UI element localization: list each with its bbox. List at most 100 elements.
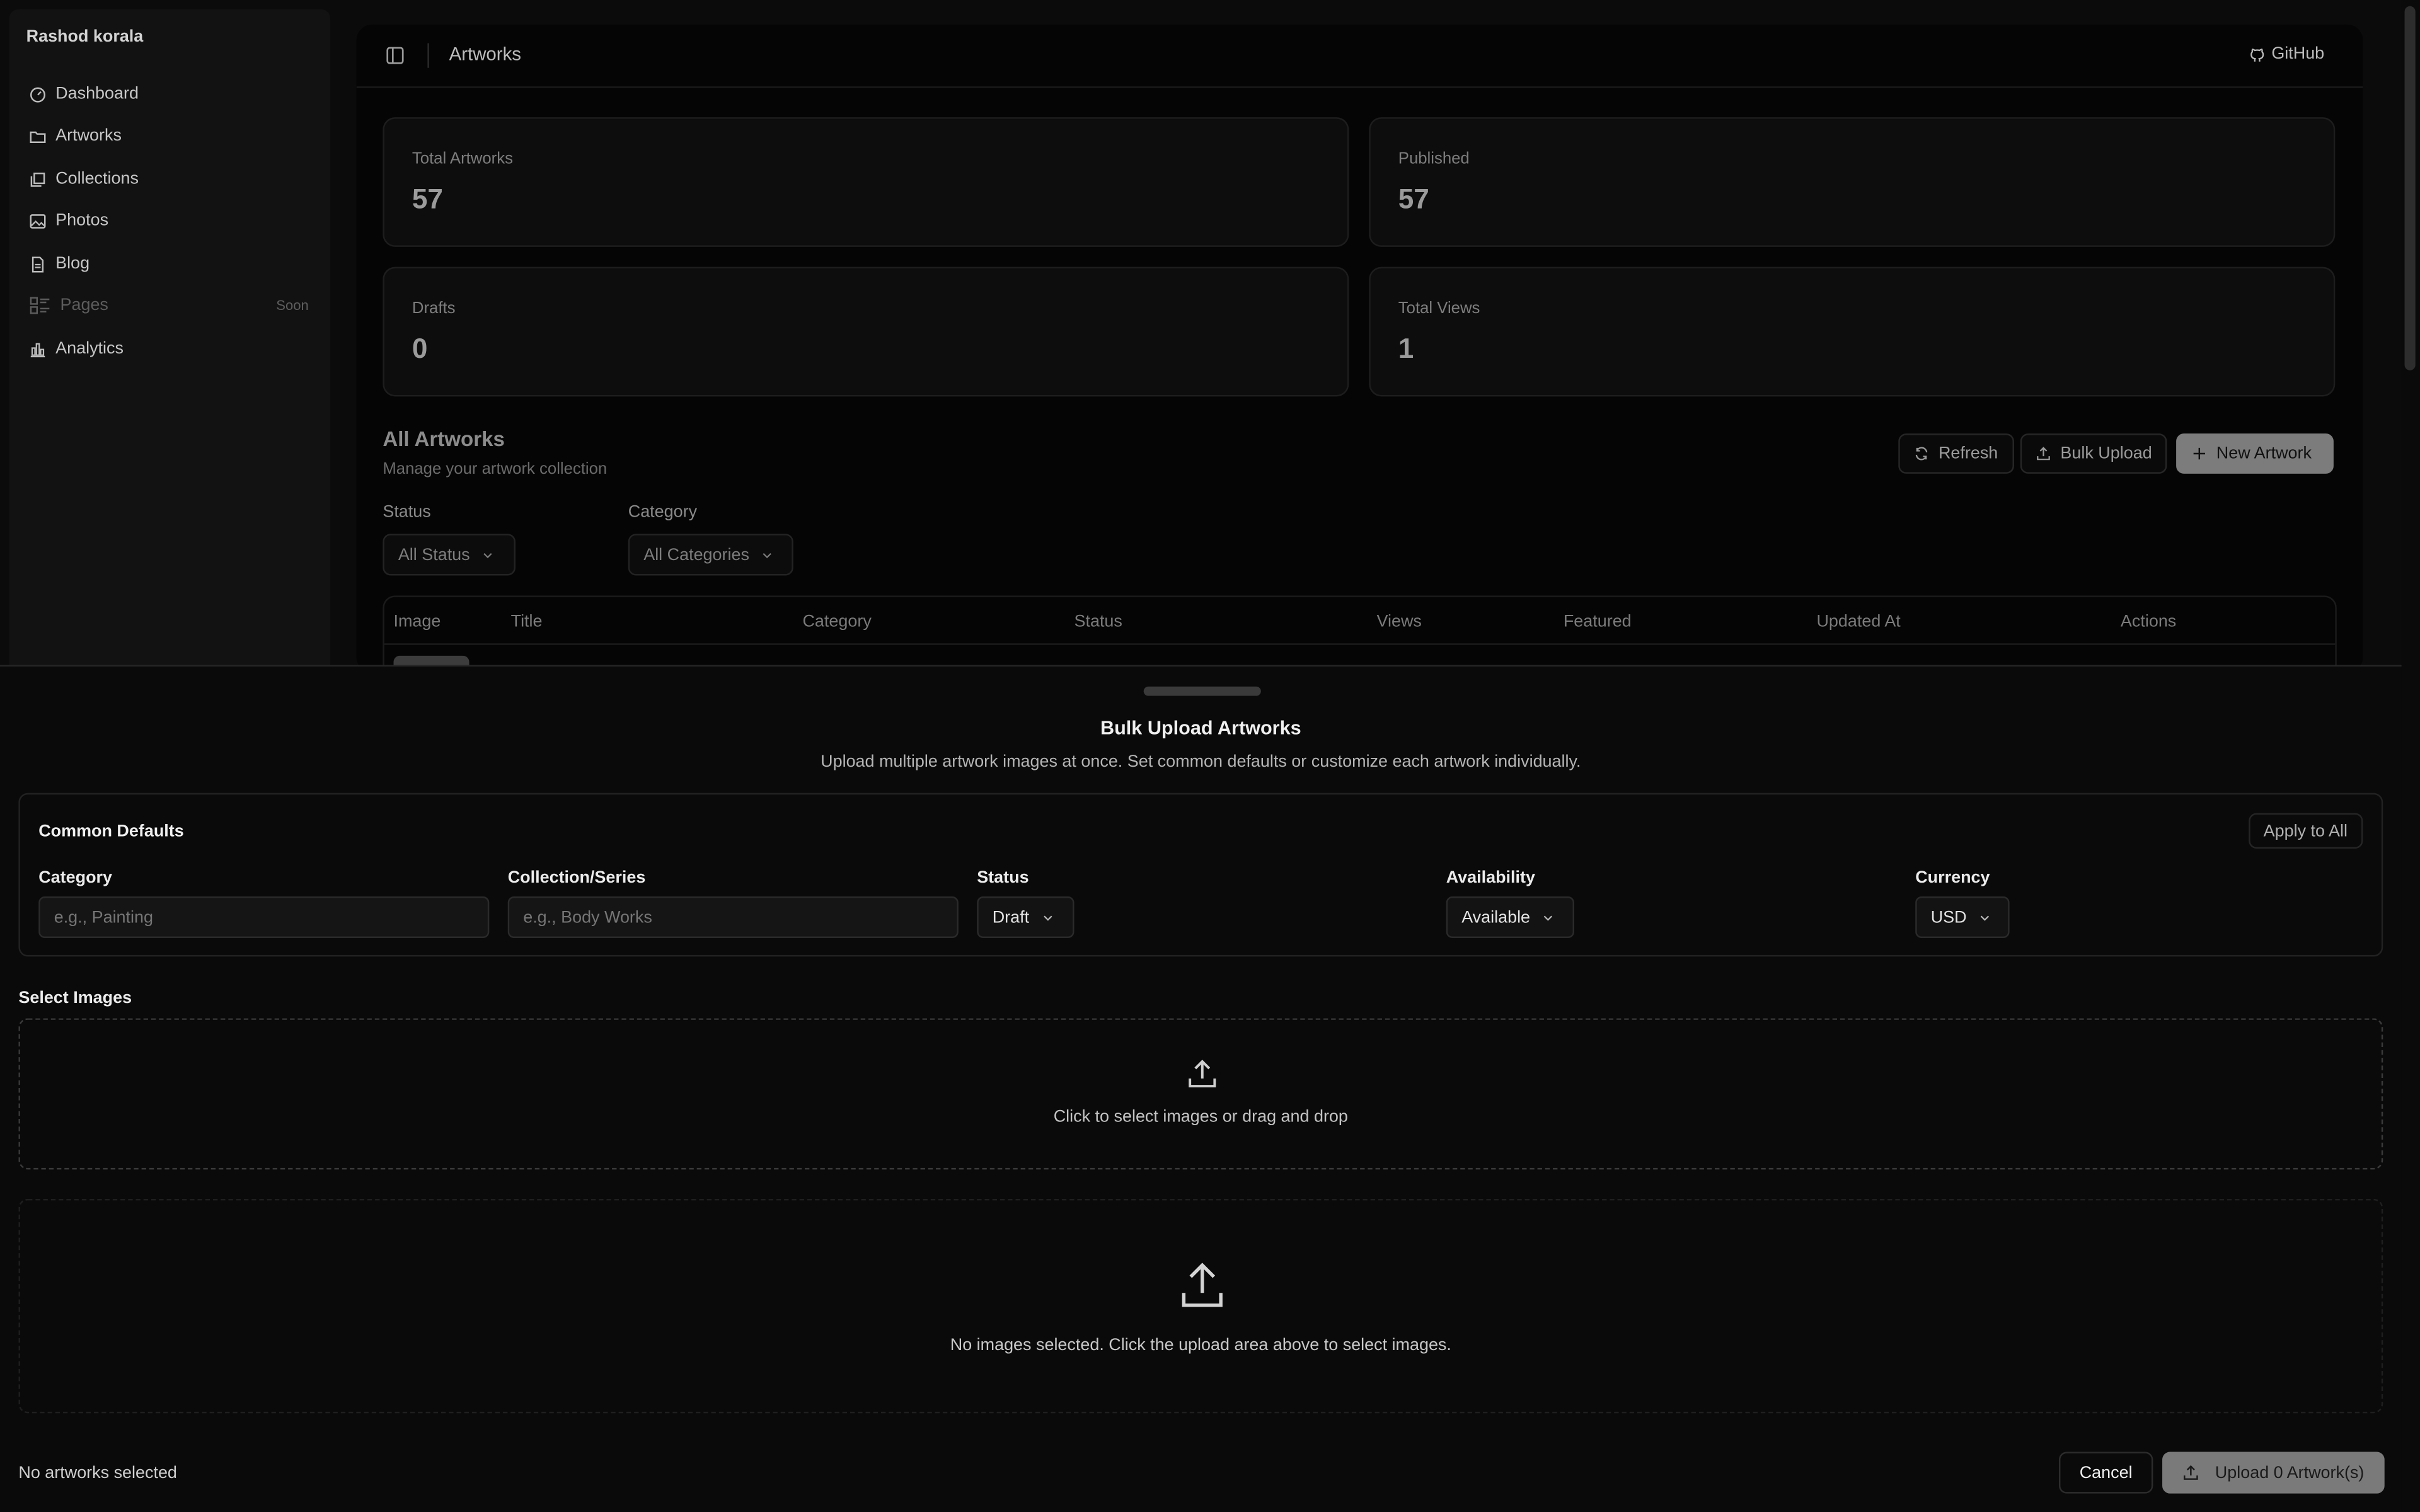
section-title: All Artworks xyxy=(383,427,505,451)
availability-select-value: Available xyxy=(1461,908,1531,927)
bulk-upload-button[interactable]: Bulk Upload xyxy=(2020,433,2168,474)
soon-badge: Soon xyxy=(276,297,309,314)
column-header-featured: Featured xyxy=(1563,612,1632,631)
sheet-title: Bulk Upload Artworks xyxy=(1100,717,1301,740)
status-filter-select[interactable]: All Status xyxy=(383,534,516,576)
stat-label: Total Views xyxy=(1398,299,1480,318)
sidebar-item-artworks[interactable]: Artworks xyxy=(18,119,321,153)
currency-select[interactable]: USD xyxy=(1915,896,2010,938)
currency-label: Currency xyxy=(1915,868,1990,888)
github-icon xyxy=(2250,48,2264,61)
folder-icon xyxy=(30,130,46,142)
sidebar-item-blog[interactable]: Blog xyxy=(18,247,321,281)
sheet-description: Upload multiple artwork images at once. … xyxy=(821,753,1581,772)
sidebar-item-label: Analytics xyxy=(55,339,124,358)
column-header-status: Status xyxy=(1074,612,1122,631)
sidebar-item-pages: Pages Soon xyxy=(18,289,321,323)
chevron-down-icon xyxy=(484,552,493,558)
upload-artworks-label: Upload 0 Artwork(s) xyxy=(2215,1463,2365,1482)
category-filter-label: Category xyxy=(628,503,698,522)
status-filter-value: All Status xyxy=(398,545,470,564)
refresh-button[interactable]: Refresh xyxy=(1898,433,2014,474)
refresh-icon xyxy=(1915,447,1928,461)
file-text-icon xyxy=(32,256,44,272)
upload-icon xyxy=(2037,447,2050,461)
availability-label: Availability xyxy=(1446,868,1535,888)
status-filter-label: Status xyxy=(383,503,431,522)
empty-state-text: No images selected. Click the upload are… xyxy=(950,1336,1451,1355)
chevron-down-icon xyxy=(1544,915,1553,920)
status-select[interactable]: Draft xyxy=(977,896,1075,938)
upload-icon xyxy=(2184,1465,2199,1480)
stat-label: Drafts xyxy=(412,299,456,318)
chevron-down-icon xyxy=(1043,915,1052,920)
cancel-button[interactable]: Cancel xyxy=(2058,1452,2153,1494)
collections-icon xyxy=(30,171,45,186)
sidebar-item-label: Pages xyxy=(60,296,108,315)
common-defaults-title: Common Defaults xyxy=(38,822,184,841)
sidebar-item-label: Dashboard xyxy=(55,84,139,104)
stat-card-total-views: Total Views 1 xyxy=(1369,266,2336,397)
stat-value: 57 xyxy=(1398,183,1429,215)
currency-select-value: USD xyxy=(1930,908,1967,927)
category-filter-select[interactable]: All Categories xyxy=(628,534,793,576)
sidebar-item-photos[interactable]: Photos xyxy=(18,203,321,238)
chevron-down-icon xyxy=(763,552,772,558)
layout-list-icon xyxy=(30,297,50,314)
dropzone-text: Click to select images or drag and drop xyxy=(1053,1108,1348,1126)
column-header-title: Title xyxy=(510,612,543,631)
category-label: Category xyxy=(38,868,113,888)
sidebar-item-analytics[interactable]: Analytics xyxy=(18,332,321,366)
apply-to-all-button[interactable]: Apply to All xyxy=(2248,813,2363,849)
topbar: Artworks GitHub xyxy=(356,25,2363,88)
selection-status: No artworks selected xyxy=(18,1464,177,1483)
page-title: Artworks xyxy=(449,43,521,65)
stat-value: 1 xyxy=(1398,333,1414,364)
image-icon xyxy=(30,213,46,228)
sidebar-item-label: Collections xyxy=(55,169,139,188)
column-header-image: Image xyxy=(393,612,441,631)
bulk-upload-label: Bulk Upload xyxy=(2060,444,2152,463)
bar-chart-icon xyxy=(30,342,45,357)
category-input[interactable] xyxy=(38,896,490,938)
sidebar-item-collections[interactable]: Collections xyxy=(18,162,321,196)
stat-card-drafts: Drafts 0 xyxy=(383,266,1349,397)
github-link[interactable]: GitHub xyxy=(2249,45,2325,64)
new-artwork-label: New Artwork xyxy=(2216,444,2312,463)
bulk-upload-sheet: Bulk Upload Artworks Upload multiple art… xyxy=(0,665,2402,1512)
common-defaults-panel: Common Defaults Apply to All Category Co… xyxy=(18,793,2383,957)
topbar-divider xyxy=(427,43,429,68)
refresh-label: Refresh xyxy=(1938,444,1998,463)
sheet-drag-handle[interactable] xyxy=(1143,686,1261,696)
github-label: GitHub xyxy=(2271,45,2325,64)
stat-label: Total Artworks xyxy=(412,149,513,168)
plus-icon xyxy=(2193,447,2206,460)
new-artwork-button[interactable]: New Artwork xyxy=(2176,433,2334,474)
table-header-divider xyxy=(384,643,2336,645)
status-label: Status xyxy=(977,868,1029,888)
sidebar-item-dashboard[interactable]: Dashboard xyxy=(18,77,321,111)
category-filter-value: All Categories xyxy=(643,545,749,564)
sidebar: Rashod korala Dashboard Artworks Collect… xyxy=(9,9,331,673)
main-panel: Artworks GitHub Total Artworks 57 Publis… xyxy=(356,25,2363,673)
stat-value: 0 xyxy=(412,333,428,364)
dashboard-icon xyxy=(30,86,46,102)
upload-artworks-button[interactable]: Upload 0 Artwork(s) xyxy=(2162,1452,2385,1494)
artworks-table: Image Title Category Status Views Featur… xyxy=(383,595,2337,673)
section-subtitle: Manage your artwork collection xyxy=(383,459,608,479)
stat-card-published: Published 57 xyxy=(1369,117,2336,247)
upload-icon xyxy=(1182,1263,1223,1307)
collection-input[interactable] xyxy=(507,896,959,938)
chevron-down-icon xyxy=(1981,915,1990,920)
upload-icon xyxy=(1189,1060,1216,1088)
column-header-category: Category xyxy=(802,612,872,631)
select-images-label: Select Images xyxy=(18,988,132,1008)
column-header-views: Views xyxy=(1376,612,1422,631)
image-dropzone[interactable]: Click to select images or drag and drop xyxy=(18,1018,2383,1170)
empty-state: No images selected. Click the upload are… xyxy=(18,1198,2383,1414)
scrollbar-thumb[interactable] xyxy=(2404,6,2416,370)
sidebar-item-label: Photos xyxy=(55,211,109,230)
sidebar-toggle-icon[interactable] xyxy=(386,46,404,64)
sidebar-item-label: Artworks xyxy=(55,126,122,146)
availability-select[interactable]: Available xyxy=(1446,896,1574,938)
